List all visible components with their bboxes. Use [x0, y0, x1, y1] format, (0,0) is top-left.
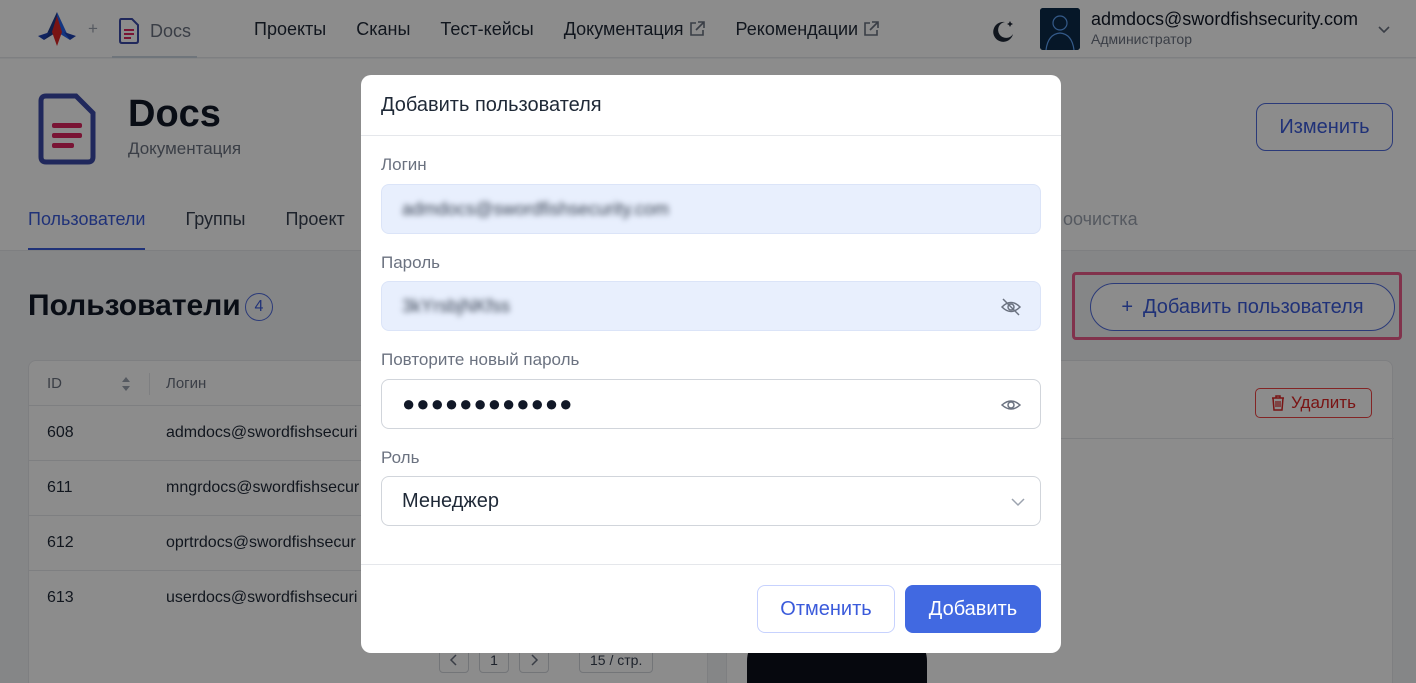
login-value: admdocs@swordfishsecurity.com [402, 198, 670, 219]
divider [361, 564, 1061, 565]
dialog-title: Добавить пользователя [381, 94, 602, 116]
repeat-password-value: ●●●●●●●●●●●● [402, 391, 574, 416]
login-input[interactable]: admdocs@swordfishsecurity.com [381, 184, 1041, 234]
eye-off-icon[interactable] [1000, 296, 1022, 318]
divider [361, 135, 1061, 136]
role-select[interactable]: Менеджер [381, 476, 1041, 526]
submit-add-button[interactable]: Добавить [905, 585, 1041, 633]
repeat-password-input[interactable]: ●●●●●●●●●●●● [381, 379, 1041, 429]
password-label: Пароль [381, 253, 440, 272]
password-input[interactable]: 3kYrsbjNKfss [381, 281, 1041, 331]
role-label: Роль [381, 448, 420, 467]
chevron-down-icon [1011, 498, 1025, 507]
eye-icon[interactable] [1000, 394, 1022, 416]
password-value: 3kYrsbjNKfss [402, 295, 511, 316]
role-value: Менеджер [402, 489, 500, 512]
repeat-password-label: Повторите новый пароль [381, 350, 580, 369]
login-label: Логин [381, 155, 427, 174]
cancel-button[interactable]: Отменить [757, 585, 895, 633]
add-user-dialog: Добавить пользователя Логин admdocs@swor… [361, 75, 1061, 653]
